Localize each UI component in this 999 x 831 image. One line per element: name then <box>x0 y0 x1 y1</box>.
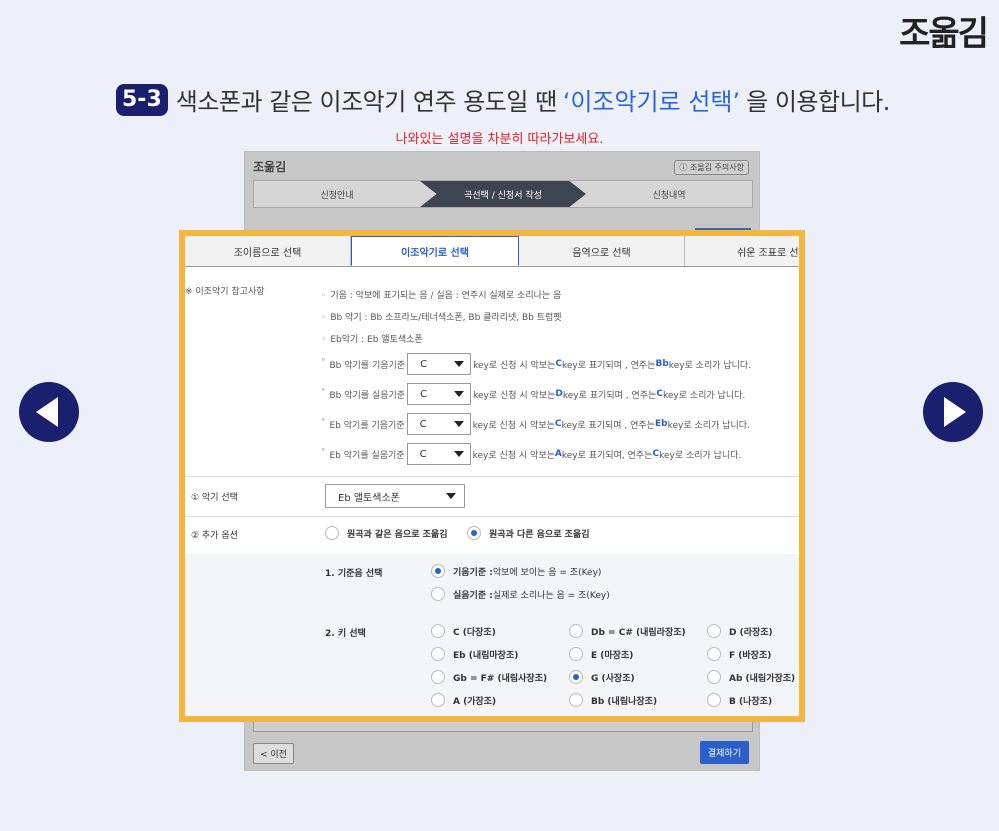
key-option[interactable]: E (마장조) <box>569 647 633 661</box>
step-badge: 5-3 <box>116 83 168 116</box>
reference-row: ˚ Eb 악기를 실음기준 C key로 신청 시 악보는 Akey로 표기되며,… <box>321 443 741 465</box>
reference-line: ◦ 기음 : 악보에 표기되는 음 / 실음 : 연주시 실제로 소리나는 음 <box>321 291 562 301</box>
chevron-down-icon <box>454 361 465 367</box>
arrow-right-icon <box>944 397 966 427</box>
radio-key[interactable] <box>569 647 583 661</box>
extra-option-same[interactable]: 원곡과 같은 음으로 조옮김 <box>325 526 447 540</box>
bg-step-2: 곡선택 / 신청서 작성 <box>420 181 586 207</box>
key-option[interactable]: A (가장조) <box>431 693 496 707</box>
key-option[interactable]: Gb = F# (내림사장조) <box>431 670 547 684</box>
radio-written-pitch[interactable] <box>431 564 445 578</box>
bg-pay-button[interactable]: 결제하기 <box>699 741 749 764</box>
key-option[interactable]: Bb (내림나장조) <box>569 693 657 707</box>
key-option[interactable]: D (라장조) <box>707 624 773 638</box>
radio-key[interactable] <box>431 624 445 638</box>
key-option[interactable]: B (나장조) <box>707 693 772 707</box>
reference-line: ◦ Bb 악기 : Bb 소프라노/테너색소폰, Bb 클라리넷, Bb 트럼펫 <box>321 313 562 323</box>
chevron-down-icon <box>453 421 464 427</box>
key-dropdown[interactable]: C <box>406 413 471 435</box>
extra-option-label: ② 추가 옵션 <box>191 531 238 541</box>
key-option[interactable]: Db = C# (내림라장조) <box>569 624 686 638</box>
prev-slide-button[interactable] <box>19 382 79 442</box>
key-dropdown[interactable]: C <box>406 443 471 465</box>
key-option[interactable]: Eb (내림마장조) <box>431 647 518 661</box>
chevron-down-icon <box>454 391 465 397</box>
bg-notice-button[interactable]: ⓘ 조옮김 주의사항 <box>674 160 749 175</box>
key-dropdown[interactable]: C <box>407 383 472 405</box>
extra-option-different[interactable]: 원곡과 다른 음으로 조옮김 <box>467 526 589 540</box>
base-note-concert[interactable]: 실음기준 : 실제로 소리나는 음 = 조(Key) <box>431 587 610 601</box>
key-option[interactable]: F (바장조) <box>707 647 771 661</box>
bg-step-1: 신청안내 <box>320 190 354 201</box>
key-dropdown[interactable]: C <box>407 353 472 375</box>
reference-line: ◦ Eb악기 : Eb 앨토색소폰 <box>321 335 423 345</box>
instrument-select-value: Eb 앨토색소폰 <box>338 492 400 504</box>
chevron-down-icon <box>446 493 456 499</box>
bg-step-bar: 신청안내 곡선택 / 신청서 작성 신청내역 <box>253 180 753 208</box>
radio-same-pitch[interactable] <box>325 526 339 540</box>
instrument-select[interactable]: Eb 앨토색소폰 <box>325 484 465 508</box>
step-text-after: 을 이용합니다. <box>746 88 890 116</box>
highlight-panel: 조이름으로 선택 이조악기로 선택 음역으로 선택 쉬운 조표로 선택 ※ 이조… <box>179 230 805 722</box>
radio-key[interactable] <box>569 693 583 707</box>
radio-key-selected[interactable] <box>569 670 583 684</box>
reference-row: ˚ Bb 악기를 실음기준 C key로 신청 시 악보는 Dkey로 표기되며 … <box>321 383 745 405</box>
tab-by-range[interactable]: 음역으로 선택 <box>519 236 685 266</box>
base-note-label: 1. 기준음 선택 <box>325 569 383 579</box>
radio-key[interactable] <box>707 693 721 707</box>
next-slide-button[interactable] <box>923 382 983 442</box>
bg-step-3: 신청내역 <box>652 190 686 201</box>
radio-key[interactable] <box>707 670 721 684</box>
arrow-left-icon <box>36 397 58 427</box>
step-text-before: 색소폰과 같은 이조악기 연주 용도일 땐 <box>175 88 557 116</box>
radio-key[interactable] <box>707 624 721 638</box>
chevron-down-icon <box>453 451 464 457</box>
base-note-written[interactable]: 기음기준 : 악보에 보이는 음 = 조(Key) <box>431 564 601 578</box>
step-highlight: ‘이조악기로 선택’ <box>562 88 741 116</box>
key-option[interactable]: Ab (내림가장조) <box>707 670 795 684</box>
key-select-label: 2. 키 선택 <box>325 629 366 639</box>
tab-easy-key-signature[interactable]: 쉬운 조표로 선택 <box>685 236 799 266</box>
bg-app-title: 조옮김 <box>253 160 287 174</box>
radio-key[interactable] <box>431 693 445 707</box>
divider <box>185 476 799 477</box>
tab-bar: 조이름으로 선택 이조악기로 선택 음역으로 선택 쉬운 조표로 선택 <box>185 236 799 267</box>
brand-logo: 조옮김 <box>899 14 989 54</box>
bg-prev-button[interactable]: < 이전 <box>253 743 294 764</box>
key-option[interactable]: G (사장조) <box>569 670 635 684</box>
hint-text: 나와있는 설명을 차분히 따라가보세요. <box>395 132 604 147</box>
radio-concert-pitch[interactable] <box>431 587 445 601</box>
tab-by-key-name[interactable]: 조이름으로 선택 <box>185 236 351 266</box>
radio-key[interactable] <box>431 670 445 684</box>
radio-different-pitch[interactable] <box>467 526 481 540</box>
reference-row: ˚ Bb 악기를 기음기준 C key로 신청 시 악보는 Ckey로 표기되며 … <box>321 353 751 375</box>
instrument-label: ① 악기 선택 <box>191 493 238 503</box>
radio-key[interactable] <box>431 647 445 661</box>
key-option[interactable]: C (다장조) <box>431 624 496 638</box>
step-header: 5-3 색소폰과 같은 이조악기 연주 용도일 땐 ‘이조악기로 선택’ 을 이… <box>116 82 890 117</box>
reference-row: ˚ Eb 악기를 기음기준 C key로 신청 시 악보는 Ckey로 표기되며 … <box>321 413 750 435</box>
reference-label: ※ 이조악기 참고사항 <box>185 287 265 297</box>
radio-key[interactable] <box>707 647 721 661</box>
tab-transposing-instrument[interactable]: 이조악기로 선택 <box>351 236 519 266</box>
divider <box>185 516 799 517</box>
radio-key[interactable] <box>569 624 583 638</box>
